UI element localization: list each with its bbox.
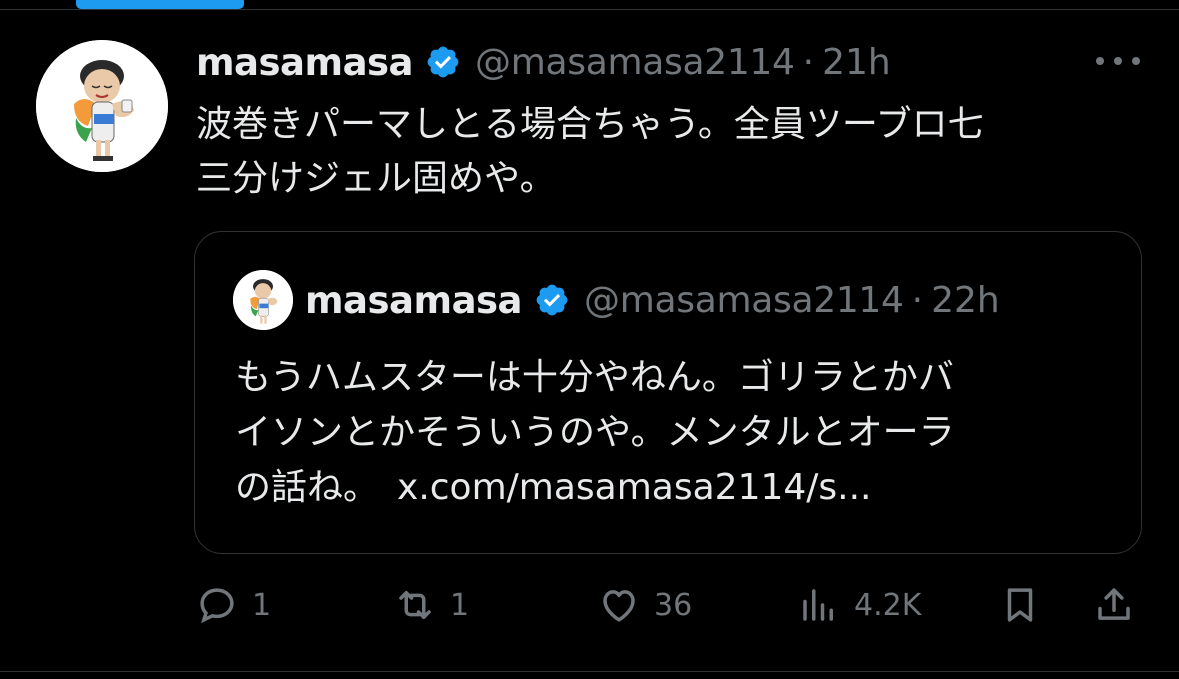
- quote-text-line: の話ね。 x.com/masamasa2114/s...: [235, 460, 1115, 515]
- reply-button[interactable]: 1: [196, 580, 271, 630]
- avatar[interactable]: [36, 40, 168, 172]
- tab-indicator: [76, 0, 244, 9]
- divider: [0, 671, 1179, 672]
- repost-icon: [399, 591, 431, 619]
- reply-count: 1: [252, 587, 272, 623]
- quote-author-name[interactable]: masamasa: [305, 279, 523, 322]
- timestamp[interactable]: 21h: [822, 42, 891, 83]
- reply-icon: [200, 588, 234, 624]
- bookmark-button[interactable]: [999, 580, 1041, 630]
- action-bar: 1 1 36 4.2K: [0, 580, 1179, 630]
- avatar-illustration: [233, 270, 293, 330]
- more-icon[interactable]: [1096, 57, 1140, 69]
- quote-header: masamasa @masamasa2114 · 22h: [305, 278, 1000, 322]
- divider: [0, 9, 1179, 10]
- heart-icon: [603, 590, 635, 622]
- verified-badge-icon: [425, 44, 461, 80]
- quote-text-line: もうハムスターは十分やねん。ゴリラとかバ: [235, 357, 954, 398]
- bookmark-icon: [1007, 588, 1033, 622]
- quote-text: もうハムスターは十分やねん。ゴリラとかバ イソンとかそういうのや。メンタルとオー…: [235, 350, 1115, 515]
- views-button[interactable]: 4.2K: [798, 580, 921, 630]
- post-text: 波巻きパーマしとる場合ちゃう。全員ツーブロ七 三分けジェル固めや。: [196, 98, 1156, 206]
- quoted-post[interactable]: masamasa @masamasa2114 · 22h もうハムスターは十分や…: [194, 231, 1142, 554]
- verified-badge-icon: [534, 282, 570, 318]
- quote-avatar[interactable]: [233, 270, 293, 330]
- repost-button[interactable]: 1: [394, 580, 469, 630]
- author-handle[interactable]: @masamasa2114: [475, 42, 795, 83]
- views-icon: [803, 589, 833, 621]
- quote-link[interactable]: x.com/masamasa2114/s...: [397, 467, 872, 508]
- share-icon: [1098, 588, 1130, 620]
- like-button[interactable]: 36: [598, 580, 692, 630]
- separator: ·: [802, 41, 815, 83]
- author-name[interactable]: masamasa: [196, 41, 414, 84]
- share-button[interactable]: [1093, 580, 1135, 630]
- quote-author-handle[interactable]: @masamasa2114: [584, 280, 904, 321]
- quote-timestamp[interactable]: 22h: [931, 280, 1000, 321]
- repost-count: 1: [450, 587, 470, 623]
- avatar-illustration: [36, 40, 168, 172]
- quote-text-line: イソンとかそういうのや。メンタルとオーラ: [235, 412, 955, 453]
- like-count: 36: [654, 587, 693, 623]
- post-text-line: 三分けジェル固めや。: [196, 158, 556, 199]
- post-text-line: 波巻きパーマしとる場合ちゃう。全員ツーブロ七: [196, 104, 984, 145]
- view-count: 4.2K: [854, 587, 922, 623]
- post-header: masamasa @masamasa2114 · 21h: [196, 40, 891, 84]
- quote-text-fragment: の話ね。: [235, 467, 380, 508]
- separator: ·: [911, 279, 924, 321]
